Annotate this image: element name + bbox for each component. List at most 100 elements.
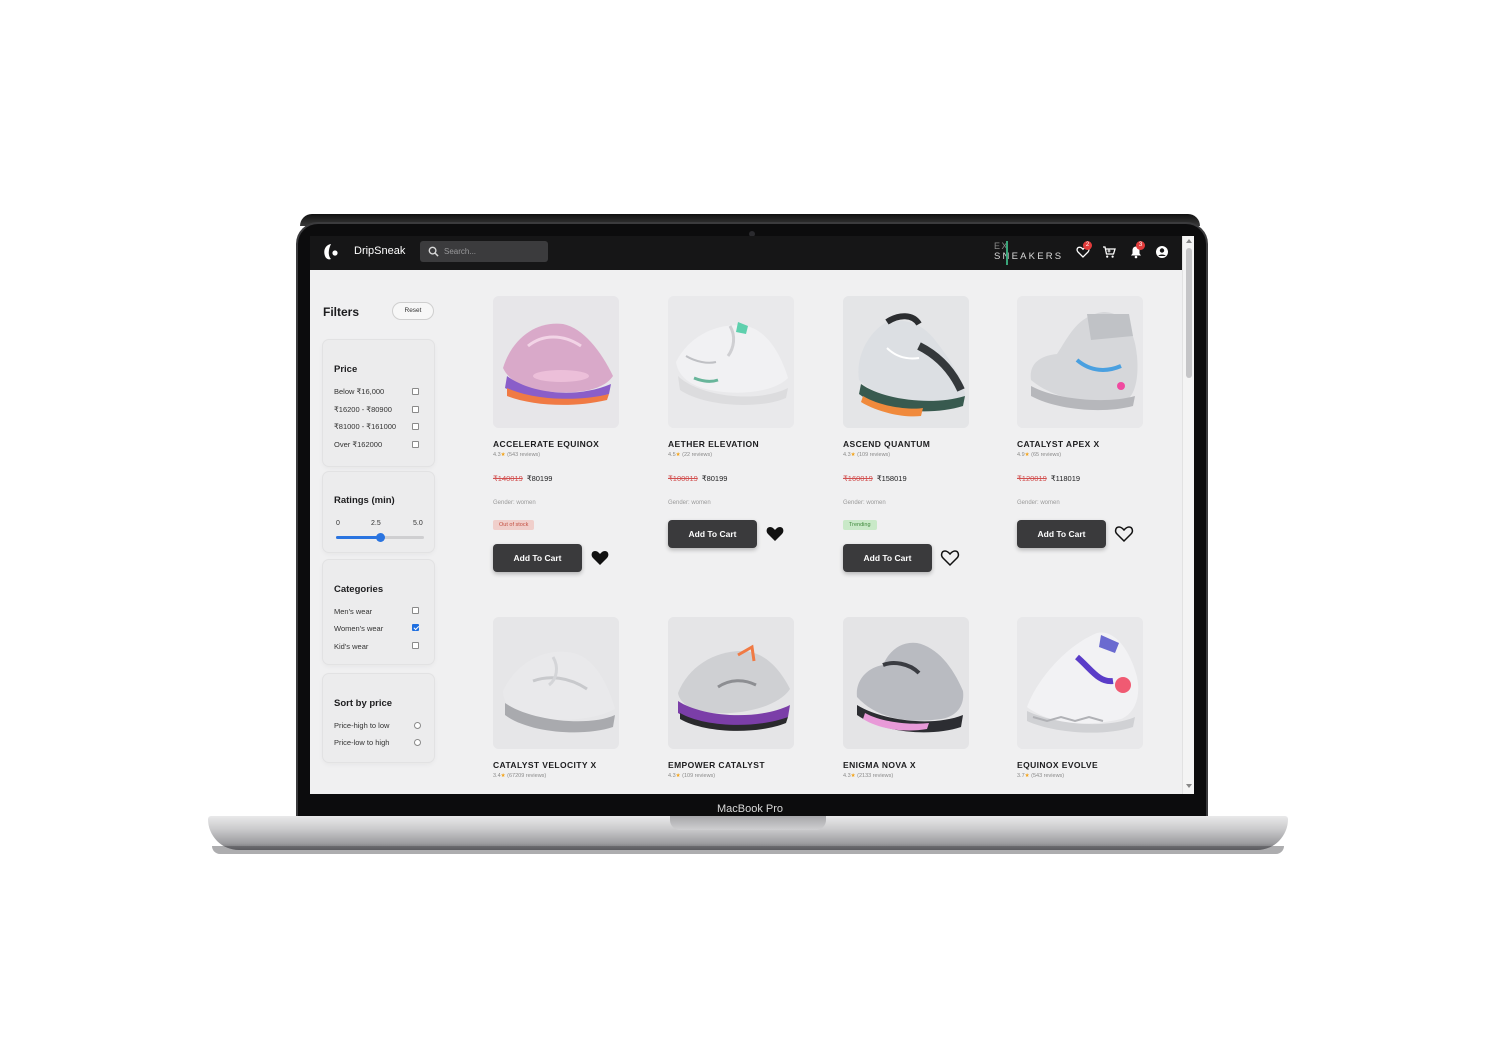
scroll-up-arrow-icon[interactable] (1186, 239, 1192, 243)
trending-badge: Trending (843, 520, 877, 530)
product-image[interactable] (1017, 296, 1143, 428)
brand-logo-icon[interactable] (322, 243, 340, 261)
ex-sneakers-logo: EX SNEAKERS (994, 241, 1066, 265)
product-name[interactable]: ASCEND QUANTUM (843, 439, 930, 449)
review-count: (2133 reviews) (857, 773, 894, 779)
product-image[interactable] (843, 296, 969, 428)
categories-filter-panel: Categories Men's wear Women's wear Kid's… (323, 560, 434, 664)
profile-button[interactable] (1155, 245, 1169, 259)
product-image[interactable] (668, 617, 794, 749)
category-kids-checkbox[interactable] (412, 642, 419, 649)
rating-slider-fill (336, 536, 380, 539)
add-to-cart-button[interactable]: Add To Cart (493, 544, 582, 572)
sort-low-to-high-radio[interactable] (414, 739, 421, 746)
scrollbar-thumb[interactable] (1186, 248, 1192, 378)
categories-filter-title: Categories (334, 584, 384, 595)
product-gender: Gender: women (843, 500, 886, 506)
rating-slider-handle[interactable] (375, 533, 385, 542)
star-icon: ★ (850, 452, 856, 458)
product-card[interactable]: AETHER ELEVATION 4.5★ (22 reviews) ₹1000… (662, 296, 802, 586)
product-image[interactable] (843, 617, 969, 749)
price-filter-title: Price (334, 364, 358, 375)
review-count: (67209 reviews) (507, 773, 547, 779)
star-icon: ★ (675, 773, 681, 779)
category-womens-checkbox[interactable] (412, 624, 419, 631)
category-option-label: Men's wear (334, 607, 373, 616)
sneaker-image (1017, 617, 1143, 749)
add-to-cart-button[interactable]: Add To Cart (843, 544, 932, 572)
product-image[interactable] (668, 296, 794, 428)
wishlist-heart-outline-icon[interactable] (939, 547, 961, 569)
product-gender: Gender: women (1017, 500, 1060, 506)
star-icon: ★ (1024, 452, 1030, 458)
price-option-checkbox[interactable] (412, 406, 419, 413)
sale-price: ₹80199 (701, 474, 728, 483)
wishlist-button[interactable]: 2 (1076, 241, 1092, 259)
product-image[interactable] (493, 617, 619, 749)
product-card[interactable]: ENIGMA NOVA X 4.3★ (2133 reviews) (837, 617, 977, 794)
wishlist-count-badge: 2 (1083, 241, 1092, 250)
product-name[interactable]: ACCELERATE EQUINOX (493, 439, 599, 449)
category-option-label: Women's wear (334, 624, 384, 633)
sort-high-to-low-radio[interactable] (414, 722, 421, 729)
scroll-down-arrow-icon[interactable] (1186, 784, 1192, 788)
laptop-base-shadow (212, 846, 1284, 854)
product-gender: Gender: women (668, 500, 711, 506)
filters-title: Filters (323, 305, 360, 319)
cart-button[interactable] (1102, 245, 1116, 259)
sort-option-label: Price-high to low (334, 721, 390, 730)
product-card[interactable]: ASCEND QUANTUM 4.3★ (109 reviews) ₹16001… (837, 296, 977, 586)
review-count: (65 reviews) (1031, 452, 1062, 458)
product-name[interactable]: EMPOWER CATALYST (668, 760, 765, 770)
product-card[interactable]: EMPOWER CATALYST 4.3★ (109 reviews) (662, 617, 802, 794)
search-bar[interactable] (420, 241, 548, 262)
sneaker-image (493, 296, 619, 428)
search-icon (428, 246, 439, 257)
add-to-cart-button[interactable]: Add To Cart (668, 520, 757, 548)
product-price: ₹100019 ₹80199 (668, 474, 727, 483)
browser-viewport: DripSneak EX SNEAKERS 2 (310, 236, 1194, 794)
rating-tick-label: 0 (336, 520, 340, 527)
price-option-checkbox[interactable] (412, 423, 419, 430)
category-mens-checkbox[interactable] (412, 607, 419, 614)
product-name[interactable]: ENIGMA NOVA X (843, 760, 916, 770)
brand-name[interactable]: DripSneak (354, 245, 405, 257)
product-card[interactable]: CATALYST APEX X 4.9★ (65 reviews) ₹12001… (1011, 296, 1151, 586)
reset-filters-button[interactable]: Reset (392, 302, 434, 320)
page-scrollbar[interactable] (1182, 236, 1194, 794)
product-image[interactable] (493, 296, 619, 428)
sneaker-image (668, 617, 794, 749)
rating-value: 4.3 (843, 452, 851, 458)
sneaker-image (843, 617, 969, 749)
category-option-label: Kid's wear (334, 642, 369, 651)
product-name[interactable]: CATALYST VELOCITY X (493, 760, 597, 770)
wishlist-heart-filled-icon[interactable] (764, 523, 786, 545)
product-card[interactable]: CATALYST VELOCITY X 3.4★ (67209 reviews) (487, 617, 627, 794)
product-name[interactable]: EQUINOX EVOLVE (1017, 760, 1098, 770)
star-icon: ★ (500, 452, 506, 458)
product-name[interactable]: CATALYST APEX X (1017, 439, 1100, 449)
product-price: ₹120019 ₹118019 (1017, 474, 1080, 483)
rating-value: 4.9 (1017, 452, 1025, 458)
product-rating: 4.9★ (65 reviews) (1017, 452, 1061, 458)
wishlist-heart-outline-icon[interactable] (1113, 523, 1135, 545)
product-card[interactable]: ACCELERATE EQUINOX 4.3★ (543 reviews) ₹1… (487, 296, 627, 586)
star-icon: ★ (1024, 773, 1030, 779)
product-price: ₹140019 ₹80199 (493, 474, 552, 483)
sneaker-image (493, 617, 619, 749)
search-input[interactable] (444, 241, 544, 262)
product-image[interactable] (1017, 617, 1143, 749)
notifications-button[interactable]: 3 (1129, 241, 1145, 259)
price-option-checkbox[interactable] (412, 388, 419, 395)
product-name[interactable]: AETHER ELEVATION (668, 439, 759, 449)
top-navbar: DripSneak EX SNEAKERS 2 (310, 236, 1182, 270)
product-card[interactable]: EQUINOX EVOLVE 3.7★ (543 reviews) (1011, 617, 1151, 794)
notification-count-badge: 3 (1136, 241, 1145, 250)
product-rating: 3.4★ (67209 reviews) (493, 773, 546, 779)
rating-slider[interactable] (336, 533, 424, 542)
price-filter-panel: Price Below ₹16,000 ₹16200 - ₹80900 ₹810… (323, 340, 434, 466)
wishlist-heart-filled-icon[interactable] (589, 547, 611, 569)
add-to-cart-button[interactable]: Add To Cart (1017, 520, 1106, 548)
review-count: (543 reviews) (507, 452, 541, 458)
price-option-checkbox[interactable] (412, 441, 419, 448)
